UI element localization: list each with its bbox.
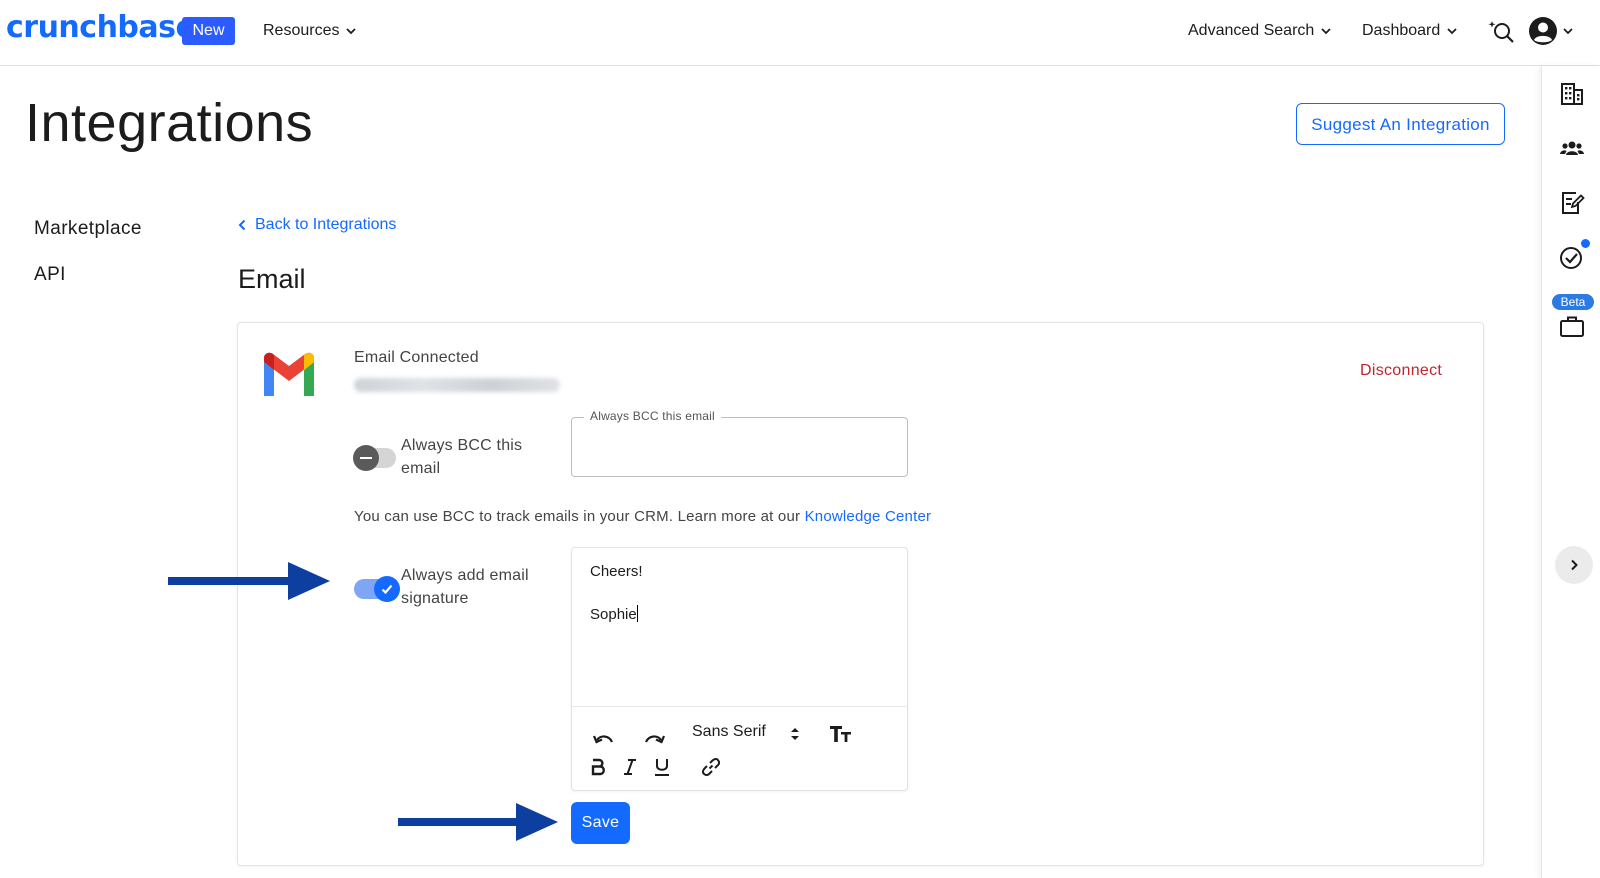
signature-line[interactable]: Sophie <box>590 605 638 623</box>
bcc-email-input[interactable] <box>571 417 908 477</box>
redo-icon[interactable] <box>642 731 666 749</box>
new-badge[interactable]: New <box>182 17 235 45</box>
text-size-icon[interactable] <box>829 724 853 744</box>
select-arrows-icon <box>791 728 799 740</box>
bcc-email-input-label: Always BCC this email <box>584 409 721 423</box>
text-caret <box>636 605 638 622</box>
save-button[interactable]: Save <box>571 802 630 844</box>
gmail-logo <box>264 352 314 396</box>
signature-toggle[interactable] <box>354 576 400 602</box>
nav-dashboard-label: Dashboard <box>1362 22 1441 39</box>
bcc-toggle-label: Always BCC this email <box>401 437 523 477</box>
suggest-integration-button[interactable]: Suggest An Integration <box>1296 103 1505 145</box>
back-to-integrations-link[interactable]: Back to Integrations <box>237 216 396 234</box>
account-menu[interactable] <box>1528 16 1574 46</box>
undo-icon[interactable] <box>592 731 616 749</box>
toggle-off-knob <box>353 445 379 471</box>
chevron-down-icon <box>1447 28 1457 35</box>
bcc-help-body: You can use BCC to track emails in your … <box>354 508 805 525</box>
check-icon <box>381 584 393 595</box>
chevron-left-icon <box>238 219 246 231</box>
chevron-down-icon <box>1321 28 1331 35</box>
email-connected-label: Email Connected <box>354 349 479 366</box>
chevron-down-icon <box>346 28 357 35</box>
signature-line-text: Sophie <box>590 606 637 623</box>
nav-resources-label: Resources <box>263 22 340 39</box>
briefcase-icon[interactable] <box>1559 313 1585 339</box>
nav-dashboard[interactable]: Dashboard <box>1362 22 1458 40</box>
disconnect-link[interactable]: Disconnect <box>1360 362 1442 380</box>
crunchbase-logo[interactable]: crunchbase <box>6 10 196 45</box>
notes-icon[interactable] <box>1559 190 1585 216</box>
account-icon <box>1529 17 1557 45</box>
bold-icon[interactable] <box>590 758 606 776</box>
signature-toggle-label: Always add email signature <box>401 567 529 607</box>
search-icon[interactable] <box>1487 18 1515 46</box>
underline-icon[interactable] <box>654 757 670 777</box>
knowledge-center-link[interactable]: Knowledge Center <box>805 508 932 525</box>
notification-dot <box>1580 238 1591 249</box>
chevron-down-icon <box>1563 28 1573 35</box>
page-title: Integrations <box>25 93 314 153</box>
signature-line[interactable]: Cheers! <box>590 563 643 580</box>
font-family-value: Sans Serif <box>692 723 766 740</box>
nav-advanced-search[interactable]: Advanced Search <box>1188 22 1332 40</box>
bcc-toggle[interactable] <box>353 445 396 471</box>
collapse-rail-button[interactable] <box>1555 546 1593 584</box>
building-icon[interactable] <box>1559 81 1585 107</box>
chevron-right-icon <box>1571 559 1578 571</box>
check-circle-icon[interactable] <box>1559 244 1585 270</box>
annotation-arrow-icon <box>168 562 330 600</box>
annotation-arrow-icon <box>398 803 558 841</box>
editor-toolbar <box>571 706 908 791</box>
nav-resources[interactable]: Resources <box>263 22 357 40</box>
beta-badge: Beta <box>1552 294 1594 310</box>
bcc-help-text: You can use BCC to track emails in your … <box>354 508 931 525</box>
section-title: Email <box>238 264 306 294</box>
toggle-on-knob <box>374 576 400 602</box>
font-family-select[interactable]: Sans Serif <box>692 723 766 741</box>
top-navigation: crunchbase New Resources Advanced Search… <box>0 0 1600 66</box>
nav-advanced-search-label: Advanced Search <box>1188 22 1315 39</box>
sidebar-item-marketplace[interactable]: Marketplace <box>34 218 142 240</box>
right-rail: Beta <box>1541 66 1600 878</box>
people-icon[interactable] <box>1559 136 1585 162</box>
connected-email-address-redacted <box>354 378 560 392</box>
back-link-label: Back to Integrations <box>255 216 397 233</box>
italic-icon[interactable] <box>622 758 638 776</box>
sidebar-item-api[interactable]: API <box>34 264 66 286</box>
link-icon[interactable] <box>701 757 721 777</box>
